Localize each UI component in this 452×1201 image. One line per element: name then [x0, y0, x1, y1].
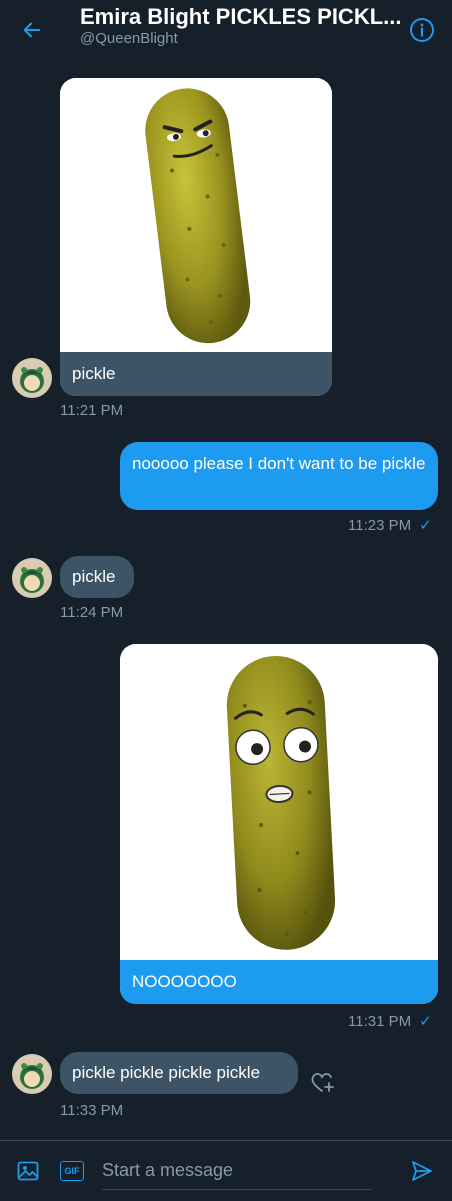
pickle-scared-image[interactable]	[120, 644, 438, 960]
conversation-title[interactable]: Emira Blight PICKLES PICKL...	[80, 4, 401, 30]
conversation-header: Emira Blight PICKLES PICKL... @QueenBlig…	[0, 0, 452, 66]
add-photo-button[interactable]	[14, 1157, 42, 1185]
received-message-bubble[interactable]: pickle	[60, 556, 134, 598]
gif-icon: GIF	[60, 1161, 84, 1181]
add-gif-button[interactable]: GIF	[58, 1157, 86, 1185]
caption-text: NOOOOOOO	[132, 972, 237, 991]
pickle-smirk-image[interactable]	[60, 78, 332, 352]
message-timestamp: 11:24 PM	[60, 604, 124, 621]
avatar[interactable]	[12, 558, 52, 598]
received-message-bubble[interactable]: pickle pickle pickle pickle	[60, 1052, 298, 1094]
message-composer: GIF	[0, 1140, 452, 1201]
message-text: pickle pickle pickle pickle	[72, 1063, 261, 1082]
message-input[interactable]	[102, 1151, 372, 1190]
avatar[interactable]	[12, 358, 52, 398]
send-button[interactable]	[408, 1157, 436, 1185]
sent-media-message[interactable]: NOOOOOOO	[120, 644, 438, 1004]
message-timestamp: 11:33 PM	[60, 1102, 124, 1119]
heart-plus-icon	[311, 1073, 334, 1092]
received-media-message[interactable]: pickle	[60, 78, 332, 396]
media-caption: NOOOOOOO	[120, 960, 438, 1004]
add-reaction-button[interactable]	[308, 1068, 336, 1096]
sent-message-bubble[interactable]: nooooo please I don't want to be pickle	[120, 442, 438, 510]
info-button[interactable]	[404, 12, 440, 48]
conversation-handle: @QueenBlight	[80, 30, 178, 47]
message-status: 11:31 PM ✓	[348, 1012, 432, 1030]
arrow-left-icon	[23, 22, 41, 38]
back-button[interactable]	[16, 14, 48, 46]
image-icon	[17, 1161, 39, 1181]
send-icon	[412, 1161, 432, 1181]
sent-check-icon: ✓	[419, 517, 432, 534]
message-text: pickle	[72, 567, 116, 586]
message-timestamp: 11:21 PM	[60, 402, 124, 419]
caption-text: pickle	[72, 364, 116, 383]
message-timestamp: 11:23 PM	[348, 517, 412, 534]
sent-check-icon: ✓	[419, 1013, 432, 1030]
message-status: 11:23 PM ✓	[348, 516, 432, 534]
message-timestamp: 11:31 PM	[348, 1013, 412, 1030]
media-caption: pickle	[60, 352, 332, 396]
message-text: nooooo please I don't want to be pickle	[132, 454, 426, 473]
avatar[interactable]	[12, 1054, 52, 1094]
info-icon	[410, 18, 434, 42]
gif-label: GIF	[64, 1166, 80, 1176]
